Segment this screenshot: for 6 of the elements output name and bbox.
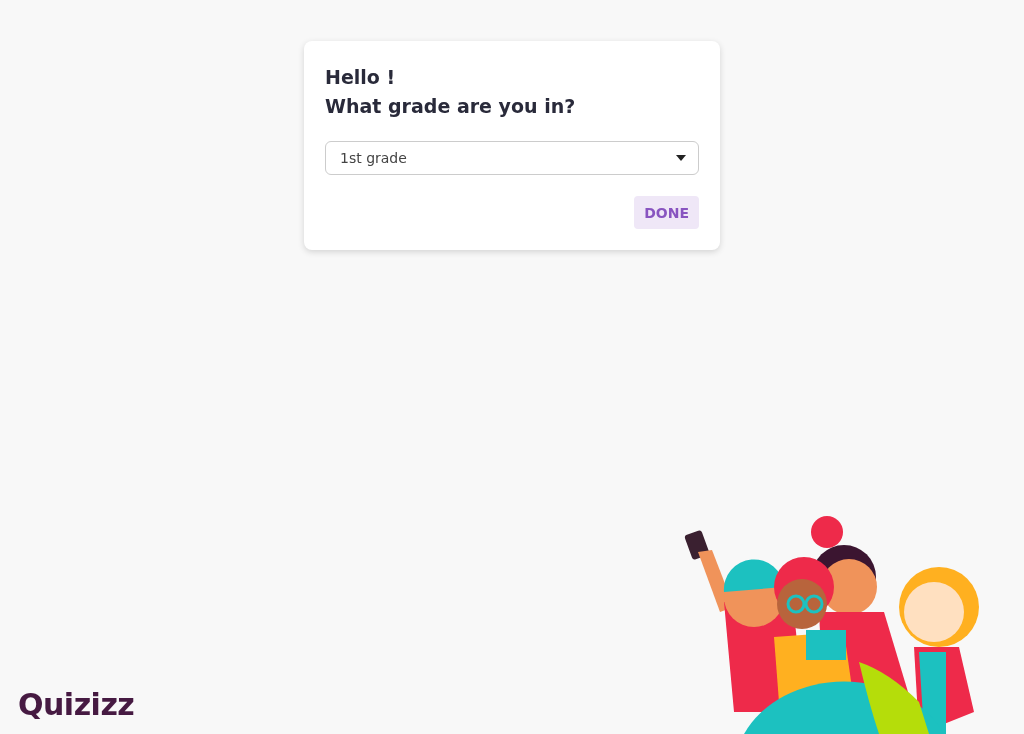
greeting-text: Hello !	[325, 65, 397, 90]
grade-dropdown[interactable]: 1st grade	[325, 141, 699, 175]
caret-icon	[676, 155, 686, 161]
question-text: What grade are you in?	[325, 94, 577, 119]
quizizz-logo: Quizizz	[18, 687, 135, 722]
done-button[interactable]: DONE	[634, 196, 699, 229]
